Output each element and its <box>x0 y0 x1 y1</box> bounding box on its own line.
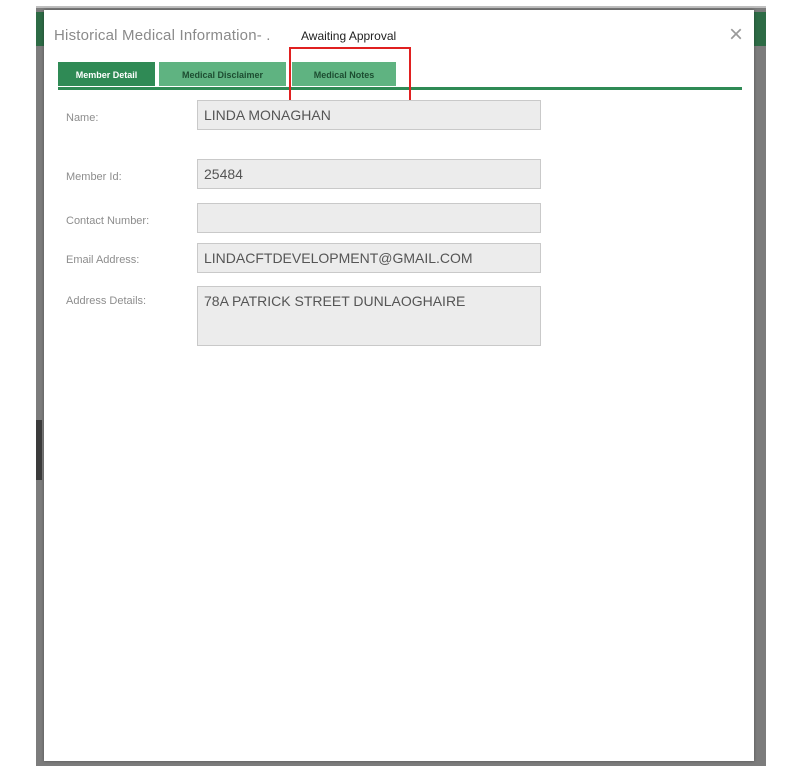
email-label: Email Address: <box>66 254 140 266</box>
background-sidebar-green <box>36 12 44 46</box>
medical-info-dialog: Historical Medical Information- . Awaiti… <box>44 10 754 761</box>
name-field[interactable]: LINDA MONAGHAN <box>197 100 541 130</box>
tab-member-detail[interactable]: Member Detail <box>58 62 155 86</box>
dialog-title: Historical Medical Information- . <box>54 27 271 44</box>
tab-medical-disclaimer[interactable]: Medical Disclaimer <box>159 62 286 86</box>
member-id-field[interactable]: 25484 <box>197 159 541 189</box>
background-dark-block <box>36 420 42 480</box>
member-id-label: Member Id: <box>66 171 122 183</box>
email-field[interactable]: LINDACFTDEVELOPMENT@GMAIL.COM <box>197 243 541 273</box>
approval-status: Awaiting Approval <box>301 29 397 43</box>
name-label: Name: <box>66 112 99 124</box>
contact-number-label: Contact Number: <box>66 215 150 227</box>
address-field[interactable]: 78A PATRICK STREET DUNLAOGHAIRE <box>197 286 541 346</box>
highlight-box <box>289 47 411 102</box>
contact-number-field[interactable] <box>197 203 541 233</box>
address-label: Address Details: <box>66 295 147 307</box>
close-icon[interactable]: × <box>724 23 748 48</box>
